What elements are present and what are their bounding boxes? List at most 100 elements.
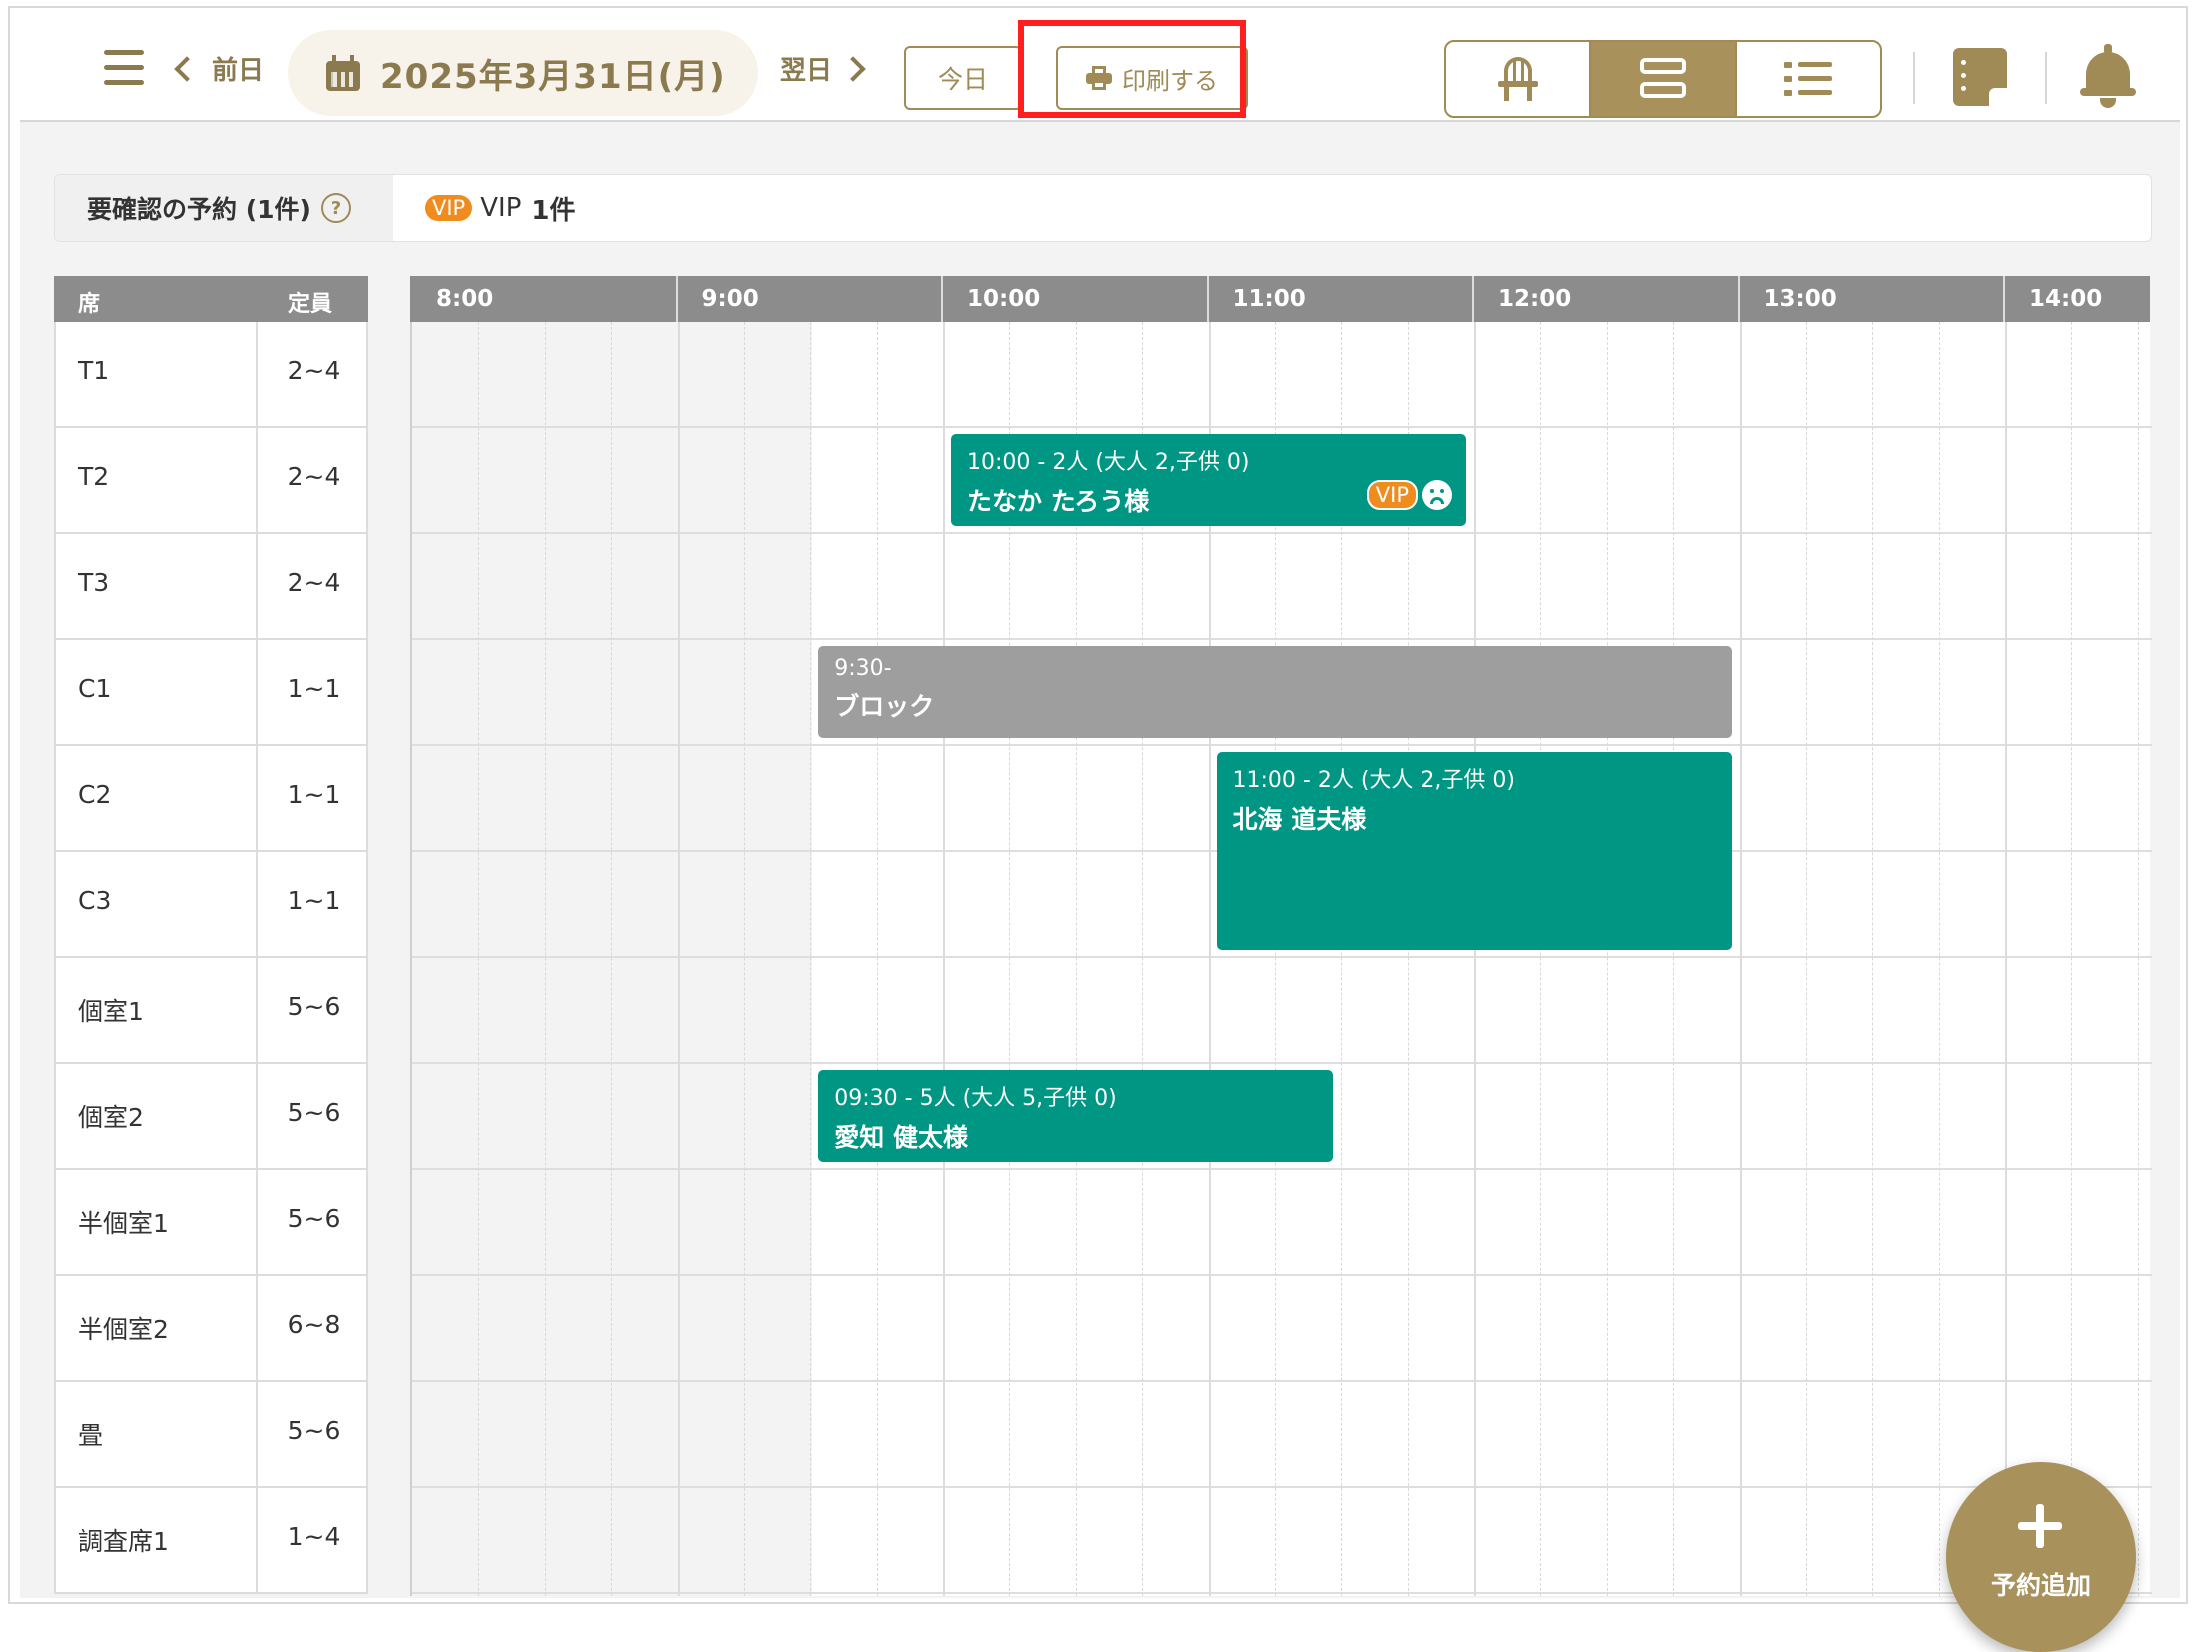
- timeline-view-button[interactable]: [1591, 42, 1737, 116]
- menu-icon[interactable]: [104, 50, 144, 86]
- add-reservation-label: 予約追加: [1990, 1571, 2091, 1600]
- hour-label: 13:00: [1763, 286, 1837, 312]
- quarter-divider: [876, 322, 878, 1596]
- seat-name: 畳: [78, 1421, 104, 1450]
- seat-list: T1 2~4 T2 2~4 T3 2~4 C1 1~1 C2 1~1 C3 1~1 個室1 5~6 個室2 5…: [54, 322, 368, 1594]
- list-icon: [1784, 60, 1833, 98]
- add-reservation-button[interactable]: 予約追加: [1946, 1462, 2136, 1652]
- hour-label: 14:00: [2029, 286, 2103, 312]
- seat-capacity: 5~6: [287, 1204, 341, 1233]
- vip-type: VIP: [480, 193, 522, 223]
- hour-divider: [1737, 276, 1740, 322]
- print-highlight-box: [1018, 20, 1246, 118]
- divider: [256, 958, 258, 1062]
- attention-banner[interactable]: 要確認の予約 (1件) ? VIP VIP 1件: [54, 174, 2152, 242]
- rows-icon: [1639, 58, 1686, 100]
- divider: [1913, 52, 1915, 104]
- date-picker[interactable]: 2025年3月31日(月): [288, 30, 758, 116]
- row-divider: [412, 1380, 2152, 1382]
- seat-name: C1: [78, 674, 112, 703]
- next-day-button[interactable]: 翌日: [780, 48, 866, 88]
- row-divider: [412, 638, 2152, 640]
- chevron-left-icon: [174, 56, 200, 82]
- seat-row[interactable]: T2 2~4: [54, 428, 368, 534]
- quarter-divider: [611, 322, 613, 1596]
- row-divider: [412, 956, 2152, 958]
- hour-divider: [2005, 322, 2007, 1596]
- hour-divider: [943, 322, 945, 1596]
- seat-row[interactable]: 畳 5~6: [54, 1382, 368, 1488]
- vip-count: 1件: [531, 195, 576, 226]
- divider: [256, 428, 258, 532]
- seat-row[interactable]: 個室1 5~6: [54, 958, 368, 1064]
- row-divider: [412, 744, 2152, 746]
- divider: [256, 1170, 258, 1274]
- hour-divider: [1206, 276, 1209, 322]
- reservation-time: 9:30-: [834, 656, 892, 681]
- seat-capacity: 1~4: [287, 1522, 341, 1551]
- seat-row[interactable]: C3 1~1: [54, 852, 368, 958]
- reservation-card[interactable]: 10:00 - 2人 (大人 2,子供 0) たなか たろう様 VIP: [951, 434, 1466, 526]
- reservation-card[interactable]: 09:30 - 5人 (大人 5,子供 0) 愛知 健太様: [818, 1070, 1334, 1162]
- quarter-divider: [1606, 322, 1608, 1596]
- quarter-divider: [544, 322, 546, 1596]
- seat-capacity: 6~8: [287, 1310, 341, 1339]
- seat-row[interactable]: T1 2~4: [54, 322, 368, 428]
- seat-capacity: 2~4: [287, 462, 341, 491]
- prev-day-label: 前日: [212, 55, 265, 86]
- divider: [256, 746, 258, 850]
- seat-name: T2: [78, 462, 110, 491]
- hour-divider: [2003, 276, 2005, 322]
- hour-label: 11:00: [1232, 286, 1306, 312]
- help-icon[interactable]: ?: [320, 193, 351, 223]
- seat-row[interactable]: T3 2~4: [54, 534, 368, 640]
- prev-day-button[interactable]: 前日: [174, 48, 265, 88]
- current-date: 2025年3月31日(月): [380, 56, 726, 97]
- hour-label: 8:00: [436, 286, 494, 312]
- quarter-divider: [1805, 322, 1807, 1596]
- quarter-divider: [810, 322, 812, 1596]
- seat-row[interactable]: 半個室2 6~8: [54, 1276, 368, 1382]
- row-divider: [412, 1486, 2152, 1488]
- seat-view-button[interactable]: [1446, 42, 1592, 116]
- capacity-column-header: 定員: [288, 292, 333, 317]
- hour-divider: [1474, 322, 1476, 1596]
- block-card[interactable]: 9:30- ブロック: [818, 646, 1732, 738]
- seat-row[interactable]: 調査席1 1~4: [54, 1488, 368, 1594]
- seat-capacity: 5~6: [287, 1416, 341, 1445]
- list-view-button[interactable]: [1737, 42, 1880, 116]
- seat-row[interactable]: 半個室1 5~6: [54, 1170, 368, 1276]
- vip-badge: VIP: [1366, 480, 1418, 510]
- timeline-grid[interactable]: 10:00 - 2人 (大人 2,子供 0) たなか たろう様 VIP 9:30- ブロ…: [410, 322, 2152, 1596]
- main-content: 要確認の予約 (1件) ? VIP VIP 1件 席 定員 T1 2~4 T2 2~4…: [20, 122, 2180, 1652]
- seat-row[interactable]: C1 1~1: [54, 640, 368, 746]
- seat-name: C3: [78, 886, 112, 915]
- seat-row[interactable]: 個室2 5~6: [54, 1064, 368, 1170]
- hour-divider: [675, 276, 678, 322]
- quarter-divider: [2071, 322, 2073, 1596]
- hour-label: 12:00: [1498, 286, 1572, 312]
- vip-badge: VIP: [425, 195, 473, 221]
- seat-capacity: 1~1: [287, 674, 341, 703]
- quarter-divider: [1673, 322, 1675, 1596]
- vip-summary[interactable]: VIP VIP 1件: [425, 175, 575, 241]
- today-button[interactable]: 今日: [904, 46, 1022, 110]
- row-divider: [412, 532, 2152, 534]
- divider: [256, 852, 258, 956]
- seat-capacity: 5~6: [287, 992, 341, 1021]
- divider: [256, 1382, 258, 1486]
- attention-label: 要確認の予約 (1件) ?: [55, 175, 393, 241]
- bell-icon[interactable]: [2078, 44, 2138, 110]
- chair-icon: [1497, 57, 1538, 101]
- quarter-divider: [1872, 322, 1874, 1596]
- reservation-time: 09:30 - 5人 (大人 5,子供 0): [834, 1086, 1117, 1111]
- row-divider: [412, 1168, 2152, 1170]
- seat-name: 個室2: [78, 1103, 144, 1132]
- reservation-card[interactable]: 11:00 - 2人 (大人 2,子供 0) 北海 道夫様: [1216, 752, 1732, 950]
- seat-row[interactable]: C2 1~1: [54, 746, 368, 852]
- memo-icon[interactable]: [1953, 48, 2007, 106]
- row-divider: [412, 426, 2152, 428]
- quarter-divider: [2137, 322, 2139, 1596]
- reservation-time: 10:00 - 2人 (大人 2,子供 0): [967, 450, 1250, 475]
- hour-divider: [677, 322, 680, 1596]
